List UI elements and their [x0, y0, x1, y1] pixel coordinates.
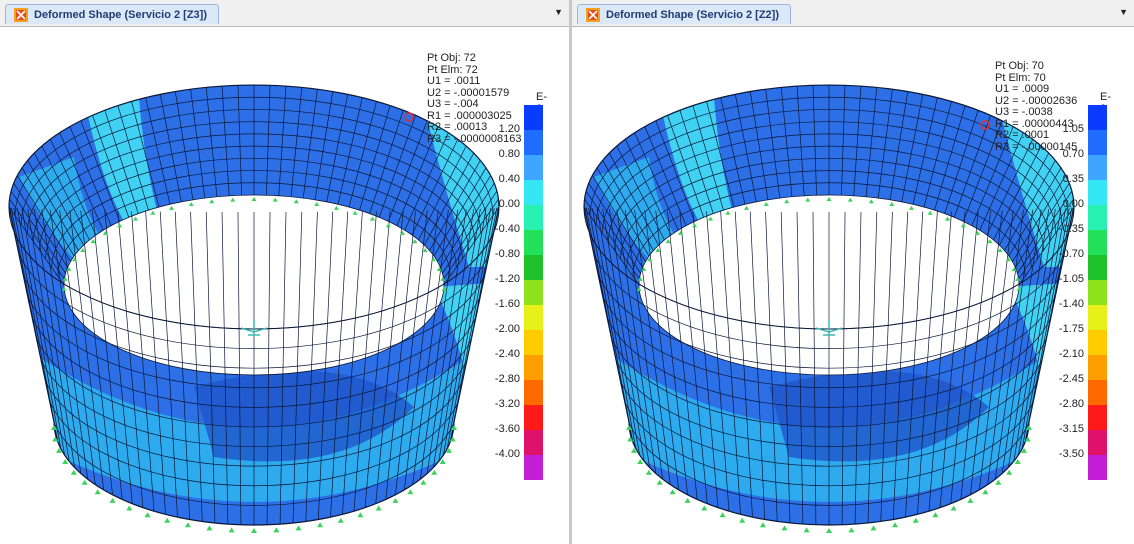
app-icon [14, 7, 28, 22]
legend-label: -2.80 [494, 373, 520, 385]
window-tab-bar: Deformed Shape (Servicio 2 [Z2]) ▼ [572, 0, 1134, 27]
legend-band [1088, 105, 1107, 130]
legend-label: -0.70 [1058, 248, 1084, 260]
legend-label: 0.40 [498, 173, 520, 185]
legend-band [524, 180, 543, 205]
legend-band [1088, 430, 1107, 455]
legend-label: 0.70 [1062, 148, 1084, 160]
legend-band [524, 355, 543, 380]
legend-band [1088, 255, 1107, 280]
legend-label: 1.05 [1062, 123, 1084, 135]
legend-label: -3.20 [494, 398, 520, 410]
legend-band [1088, 330, 1107, 355]
readout-u3: U3 = -.004 [427, 98, 479, 110]
legend-band [1088, 455, 1107, 480]
model-viewport[interactable]: Pt Obj: 70 Pt Elm: 70 U1 = .0009 U2 = -.… [572, 27, 1134, 544]
legend-label: -1.75 [1058, 323, 1084, 335]
readout-u1: U1 = .0011 [427, 75, 481, 87]
legend-label: -1.20 [494, 273, 520, 285]
readout-r3: R3 = -.0000008163 [427, 132, 522, 145]
window-tab[interactable]: Deformed Shape (Servicio 2 [Z3]) [5, 4, 219, 24]
legend-band [524, 130, 543, 155]
legend-band [524, 405, 543, 430]
model-viewport[interactable]: Pt Obj: 72 Pt Elm: 72 U1 = .0011 U2 = -.… [0, 27, 569, 544]
legend-band [1088, 180, 1107, 205]
legend-label: 0.00 [1062, 198, 1084, 210]
legend-label: -0.80 [494, 248, 520, 260]
legend-label: -2.80 [1058, 398, 1084, 410]
legend-band [524, 155, 543, 180]
legend-band [524, 455, 543, 480]
model-window-left[interactable]: Deformed Shape (Servicio 2 [Z3]) ▼ Pt Ob… [0, 0, 569, 544]
legend-band [524, 255, 543, 280]
legend-label: 0.35 [1062, 173, 1084, 185]
legend-label: -0.35 [1058, 223, 1084, 235]
legend-band [524, 205, 543, 230]
legend-label: -1.05 [1058, 273, 1084, 285]
readout-u3: U3 = -.0038 [995, 106, 1053, 118]
legend-label: -0.40 [494, 223, 520, 235]
window-title: Deformed Shape (Servicio 2 [Z2]) [606, 8, 779, 21]
legend-band [1088, 305, 1107, 330]
window-title: Deformed Shape (Servicio 2 [Z3]) [34, 8, 207, 21]
legend-band [1088, 155, 1107, 180]
readout-pt-obj: Pt Obj: 72 [427, 52, 476, 64]
legend-color-bar [524, 105, 543, 480]
legend-band [524, 305, 543, 330]
legend-label: -2.40 [494, 348, 520, 360]
legend-band [1088, 405, 1107, 430]
legend-label: -1.60 [494, 298, 520, 310]
legend-band [1088, 380, 1107, 405]
legend-label: -2.45 [1058, 373, 1084, 385]
dropdown-icon[interactable]: ▼ [554, 7, 563, 17]
legend-band [524, 105, 543, 130]
legend-label: -2.00 [494, 323, 520, 335]
legend-band [1088, 205, 1107, 230]
model-window-right[interactable]: Deformed Shape (Servicio 2 [Z2]) ▼ Pt Ob… [572, 0, 1134, 544]
legend-label: 0.80 [498, 148, 520, 160]
legend-label: -3.15 [1058, 423, 1084, 435]
legend-band [524, 380, 543, 405]
dropdown-icon[interactable]: ▼ [1119, 7, 1128, 17]
legend-band [1088, 280, 1107, 305]
app-icon [586, 7, 600, 22]
legend-band [1088, 130, 1107, 155]
legend-label: -4.00 [494, 448, 520, 460]
readout-u1: U1 = .0009 [995, 83, 1050, 95]
legend-band [524, 230, 543, 255]
legend-label: 0.00 [498, 198, 520, 210]
legend-label: 1.20 [498, 123, 520, 135]
readout-pt-obj: Pt Obj: 70 [995, 60, 1044, 72]
legend-band [524, 330, 543, 355]
legend-band [524, 280, 543, 305]
legend-label: -1.40 [1058, 298, 1084, 310]
legend-color-bar [1088, 105, 1107, 480]
window-tab[interactable]: Deformed Shape (Servicio 2 [Z2]) [577, 4, 791, 24]
window-tab-bar: Deformed Shape (Servicio 2 [Z3]) ▼ [0, 0, 569, 27]
legend-band [524, 430, 543, 455]
legend-label: -3.60 [494, 423, 520, 435]
point-readout: Pt Obj: 70 Pt Elm: 70 U1 = .0009 U2 = -.… [995, 60, 1077, 153]
legend-label: -3.50 [1058, 448, 1084, 460]
legend-label: -2.10 [1058, 348, 1084, 360]
legend-band [1088, 355, 1107, 380]
legend-band [1088, 230, 1107, 255]
